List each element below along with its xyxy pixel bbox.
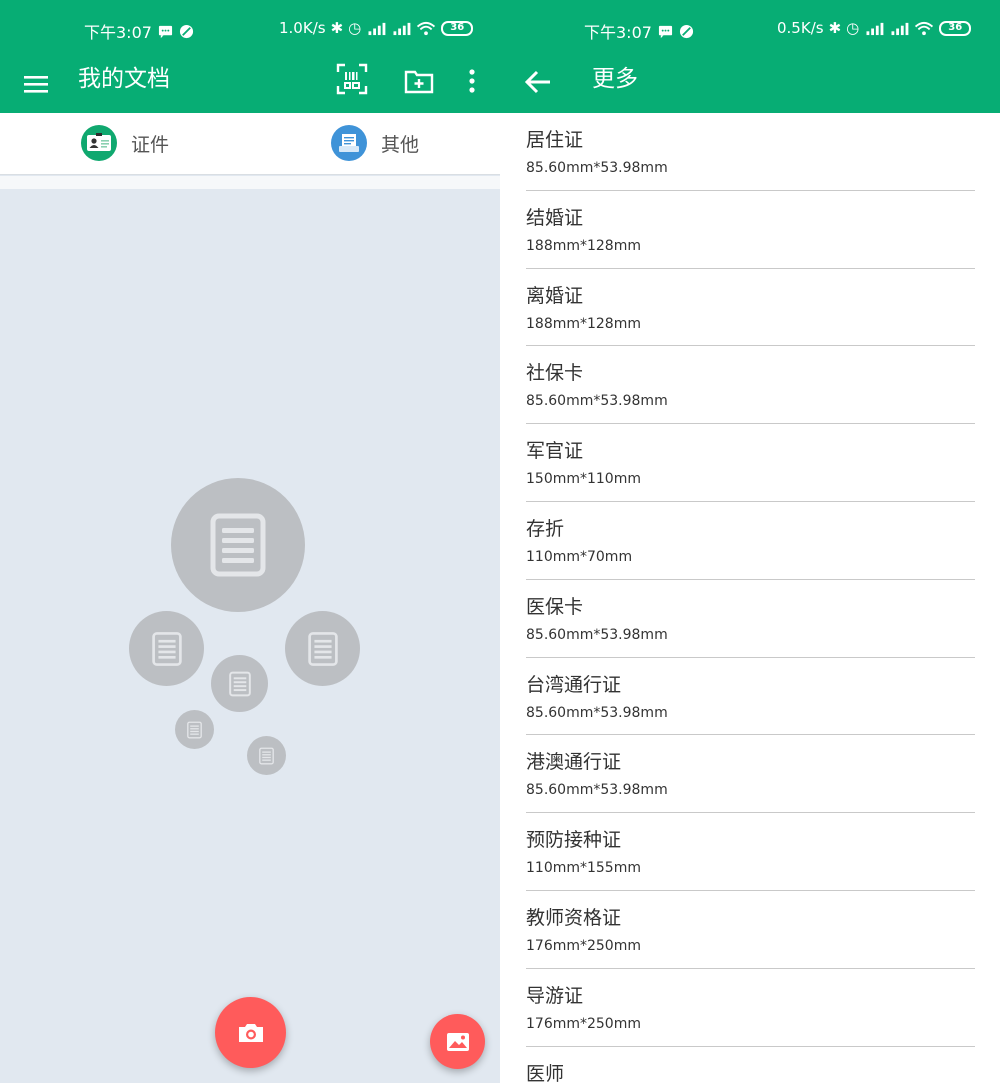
- status-time: 下午3:07: [84, 23, 152, 42]
- bluetooth-icon: ✱: [828, 19, 842, 37]
- back-arrow-icon[interactable]: [518, 62, 558, 102]
- list-item[interactable]: 教师资格证 176mm*250mm: [526, 891, 975, 969]
- document-icon: [211, 655, 268, 712]
- right-screen: 下午3:07 0.5K/s ✱ ◷ 36 更多 居住证 85.60mm*53.98…: [500, 0, 1000, 1083]
- tab-label: 其他: [381, 133, 420, 156]
- network-speed: 1.0K/s: [279, 19, 326, 37]
- network-speed: 0.5K/s: [777, 19, 824, 37]
- gallery-fab-button[interactable]: [430, 1014, 485, 1069]
- bluetooth-icon: ✱: [330, 19, 344, 37]
- list-item[interactable]: 居住证 85.60mm*53.98mm: [526, 113, 975, 191]
- tab-id-documents[interactable]: 证件: [81, 125, 169, 161]
- document-type-name: 离婚证: [526, 284, 584, 307]
- alarm-icon: ◷: [348, 19, 362, 37]
- message-icon: [158, 25, 172, 38]
- battery-indicator: 36: [441, 20, 474, 36]
- status-time: 下午3:07: [584, 23, 652, 42]
- list-item[interactable]: 医保卡 85.60mm*53.98mm: [526, 580, 975, 658]
- document-type-name: 港澳通行证: [526, 751, 622, 774]
- app-bar: 我的文档: [0, 56, 500, 113]
- hamburger-menu-icon[interactable]: [14, 64, 58, 104]
- camera-fab-button[interactable]: [215, 997, 286, 1068]
- list-item[interactable]: 军官证 150mm*110mm: [526, 424, 975, 502]
- do-not-disturb-icon: [679, 24, 693, 38]
- image-icon: [446, 1032, 469, 1051]
- signal-icon: [368, 22, 386, 35]
- document-type-name: 军官证: [526, 440, 584, 463]
- more-vertical-icon[interactable]: [458, 62, 486, 100]
- signal-icon-2: [891, 22, 909, 35]
- document-size: 176mm*250mm: [526, 937, 641, 954]
- camera-icon: [238, 1023, 263, 1042]
- empty-state-illustration: [0, 189, 500, 1083]
- list-item[interactable]: 离婚证 188mm*128mm: [526, 269, 975, 347]
- document-icon: [175, 710, 214, 749]
- document-size: 85.60mm*53.98mm: [526, 626, 668, 643]
- list-item[interactable]: 社保卡 85.60mm*53.98mm: [526, 346, 975, 425]
- list-item[interactable]: 台湾通行证 85.60mm*53.98mm: [526, 658, 975, 736]
- document-size: 110mm*70mm: [526, 548, 633, 565]
- add-folder-icon[interactable]: [400, 62, 438, 100]
- list-item[interactable]: 存折 110mm*70mm: [526, 502, 975, 580]
- status-bar: 下午3:07 1.0K/s ✱ ◷ 36: [0, 0, 500, 56]
- tab-label: 证件: [131, 133, 170, 156]
- battery-indicator: 36: [939, 20, 972, 36]
- document-size: 85.60mm*53.98mm: [526, 782, 668, 799]
- id-card-icon: [81, 125, 117, 161]
- document-size: 85.60mm*53.98mm: [526, 393, 668, 410]
- tab-other-documents[interactable]: 其他: [331, 125, 419, 161]
- document-icon: [285, 611, 360, 686]
- document-size: 85.60mm*53.98mm: [526, 160, 668, 176]
- document-size: 176mm*250mm: [526, 1015, 641, 1032]
- signal-icon: [866, 22, 884, 35]
- do-not-disturb-icon: [179, 24, 193, 38]
- document-type-name: 医保卡: [526, 595, 584, 618]
- document-size: 85.60mm*53.98mm: [526, 704, 668, 721]
- document-scan-icon: [331, 125, 367, 161]
- wifi-icon: [417, 21, 436, 35]
- document-type-name: 社保卡: [526, 362, 584, 385]
- document-icon: [129, 611, 204, 686]
- document-type-name: 教师资格证: [526, 906, 622, 929]
- status-bar: 下午3:07 0.5K/s ✱ ◷ 36: [500, 0, 1000, 56]
- barcode-scan-icon[interactable]: [333, 60, 371, 98]
- alarm-icon: ◷: [846, 19, 860, 37]
- message-icon: [658, 25, 672, 38]
- app-bar: 更多: [500, 56, 1000, 113]
- document-type-name: 预防接种证: [526, 829, 622, 852]
- document-type-name: 导游证: [526, 984, 584, 1007]
- signal-icon-2: [393, 22, 411, 35]
- document-size: 188mm*128mm: [526, 237, 641, 254]
- page-title: 更多: [592, 66, 638, 92]
- list-item[interactable]: 导游证 176mm*250mm: [526, 969, 975, 1047]
- document-type-name: 台湾通行证: [526, 673, 622, 696]
- list-item[interactable]: 医师: [526, 1047, 975, 1083]
- list-item[interactable]: 预防接种证 110mm*155mm: [526, 813, 975, 891]
- document-size: 150mm*110mm: [526, 471, 641, 488]
- document-type-name: 医师: [526, 1062, 565, 1083]
- document-type-name: 存折: [526, 517, 565, 540]
- page-title: 我的文档: [78, 66, 170, 92]
- divider-strip: [0, 176, 500, 189]
- document-size: 110mm*155mm: [526, 860, 641, 877]
- wifi-icon: [915, 21, 934, 35]
- left-screen: 下午3:07 1.0K/s ✱ ◷ 36 我的文档 证件 其他: [0, 0, 500, 1083]
- document-type-name: 居住证: [526, 129, 584, 151]
- document-type-name: 结婚证: [526, 206, 584, 229]
- document-type-list: 居住证 85.60mm*53.98mm 结婚证 188mm*128mm 离婚证 188mm…: [526, 113, 1000, 1083]
- document-size: 188mm*128mm: [526, 315, 641, 332]
- document-icon: [247, 736, 286, 775]
- list-item[interactable]: 结婚证 188mm*128mm: [526, 191, 975, 269]
- category-tabs: 证件 其他: [0, 113, 500, 175]
- document-icon: [171, 478, 305, 612]
- list-item[interactable]: 港澳通行证 85.60mm*53.98mm: [526, 735, 975, 814]
